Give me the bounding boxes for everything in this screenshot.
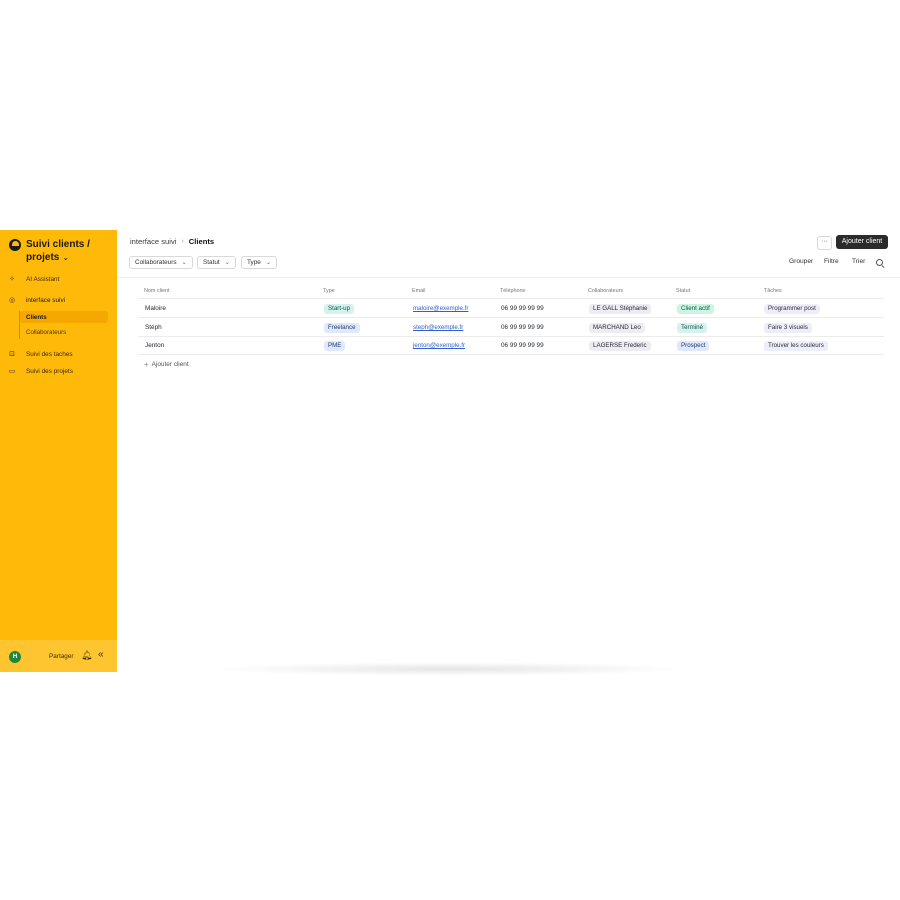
sidebar-item-clients[interactable]: Clients [20, 311, 108, 323]
share-button[interactable]: Partager [49, 653, 74, 660]
column-header-collaborateurs[interactable]: Collaborateurs [588, 288, 623, 294]
type-tag: Freelance [324, 323, 360, 333]
email-link[interactable]: jenton@exemple.fr [413, 342, 465, 349]
group-button[interactable]: Grouper [789, 258, 813, 265]
breadcrumb-parent[interactable]: interface suivi [130, 237, 176, 246]
column-header-statut[interactable]: Statut [676, 288, 690, 294]
filter-type[interactable]: Type ⌄ [241, 256, 277, 269]
column-header-email[interactable]: Email [412, 288, 425, 294]
chevron-down-icon: ⌄ [62, 253, 70, 262]
row-divider [138, 354, 884, 355]
plus-icon: + [144, 360, 149, 369]
email-link[interactable]: maloire@exemple.fr [413, 305, 468, 312]
collapse-sidebar-icon[interactable]: « [98, 649, 104, 660]
task-tag: Programmer post [764, 304, 820, 314]
sidebar-item-label: interface suivi [26, 296, 66, 304]
filter-button[interactable]: Filtre [824, 258, 839, 265]
main-content: interface suivi › Clients ··· Ajouter cl… [117, 230, 900, 672]
chevron-down-icon: ⌄ [224, 260, 230, 266]
sidebar-item-label: Suivi des projets [26, 367, 73, 375]
cell-phone: 06 99 99 99 99 [501, 305, 544, 312]
email-link[interactable]: steph@exemple.fr [413, 324, 463, 331]
status-badge: Prospect [677, 341, 710, 351]
search-icon[interactable] [876, 259, 883, 266]
sidebar-item-ai-assistant[interactable]: ✧ AI Assistant [7, 273, 59, 285]
cell-name: Maloire [145, 305, 166, 312]
sidebar-item-label: Clients [26, 313, 47, 321]
collaborator-tag: LE GALL Stéphanie [589, 304, 652, 314]
sparkle-icon: ✧ [9, 276, 15, 283]
cell-name: Jenton [145, 342, 165, 349]
sidebar-item-interface-suivi[interactable]: ◎ interface suivi [7, 294, 65, 306]
type-tag: PME [324, 341, 346, 351]
sidebar-item-label: AI Assistant [26, 275, 60, 283]
column-header-type[interactable]: Type [323, 288, 335, 294]
table-icon: ▭ [8, 368, 16, 375]
sort-button[interactable]: Trier [852, 258, 865, 265]
filter-label: Type [247, 259, 261, 266]
filter-label: Statut [203, 259, 220, 266]
bell-icon[interactable]: 🔔︎ [81, 650, 92, 661]
add-client-label: Ajouter client [151, 361, 189, 368]
filter-statut[interactable]: Statut ⌄ [197, 256, 236, 269]
add-client-button[interactable]: Ajouter client [836, 235, 888, 249]
filter-label: Collaborateurs [135, 259, 177, 266]
status-badge: Client actif [677, 304, 714, 314]
toolbar-divider [117, 277, 900, 278]
window-shadow [210, 662, 690, 676]
app-window: Suivi clients / projets ⌄ ✧ AI Assistant … [0, 230, 900, 672]
row-divider [138, 336, 884, 337]
row-divider [138, 317, 884, 318]
globe-icon: ◎ [8, 297, 16, 304]
cell-name: Stéph [145, 324, 162, 331]
breadcrumb: interface suivi › Clients [130, 237, 214, 246]
sidebar: Suivi clients / projets ⌄ ✧ AI Assistant … [0, 230, 117, 672]
avatar[interactable]: H [9, 651, 21, 663]
lock-icon: ⊡ [9, 351, 15, 358]
breadcrumb-separator-icon: › [181, 238, 184, 245]
chevron-down-icon: ⌄ [181, 260, 187, 266]
page-title: Clients [188, 237, 215, 246]
status-badge: Terminé [677, 323, 708, 333]
sidebar-footer: H Partager 🔔︎ « [0, 640, 117, 672]
sidebar-item-suivi-taches[interactable]: ⊡ Suivi des taches [7, 348, 73, 360]
cell-phone: 06 99 99 99 99 [501, 324, 544, 331]
sidebar-item-label: Suivi des taches [26, 350, 73, 358]
column-header-nom[interactable]: Nom client [144, 288, 169, 294]
sidebar-item-label: Collaborateurs [26, 328, 67, 336]
sidebar-item-collaborateurs[interactable]: Collaborateurs [20, 326, 108, 338]
collaborator-tag: MARCHAND Leo [589, 323, 645, 333]
more-options-button[interactable]: ··· [817, 236, 832, 250]
row-divider [138, 298, 884, 299]
workspace-title: Suivi clients / projets [26, 239, 90, 263]
task-tag: Faire 3 visuels [764, 323, 812, 333]
task-tag: Trouver les couleurs [764, 341, 828, 351]
filter-collaborateurs[interactable]: Collaborateurs ⌄ [129, 256, 193, 269]
add-client-row[interactable]: + Ajouter client [144, 360, 189, 369]
chevron-down-icon: ⌄ [265, 260, 271, 266]
collaborator-tag: LAGERSE Frederic [589, 341, 651, 351]
workspace-logo-icon [9, 239, 21, 251]
type-tag: Start-up [324, 304, 355, 314]
cell-phone: 06 99 99 99 99 [501, 342, 544, 349]
column-header-telephone[interactable]: Téléphone [500, 288, 525, 294]
sidebar-item-suivi-projets[interactable]: ▭ Suivi des projets [7, 365, 73, 377]
column-header-taches[interactable]: Tâches [764, 288, 782, 294]
